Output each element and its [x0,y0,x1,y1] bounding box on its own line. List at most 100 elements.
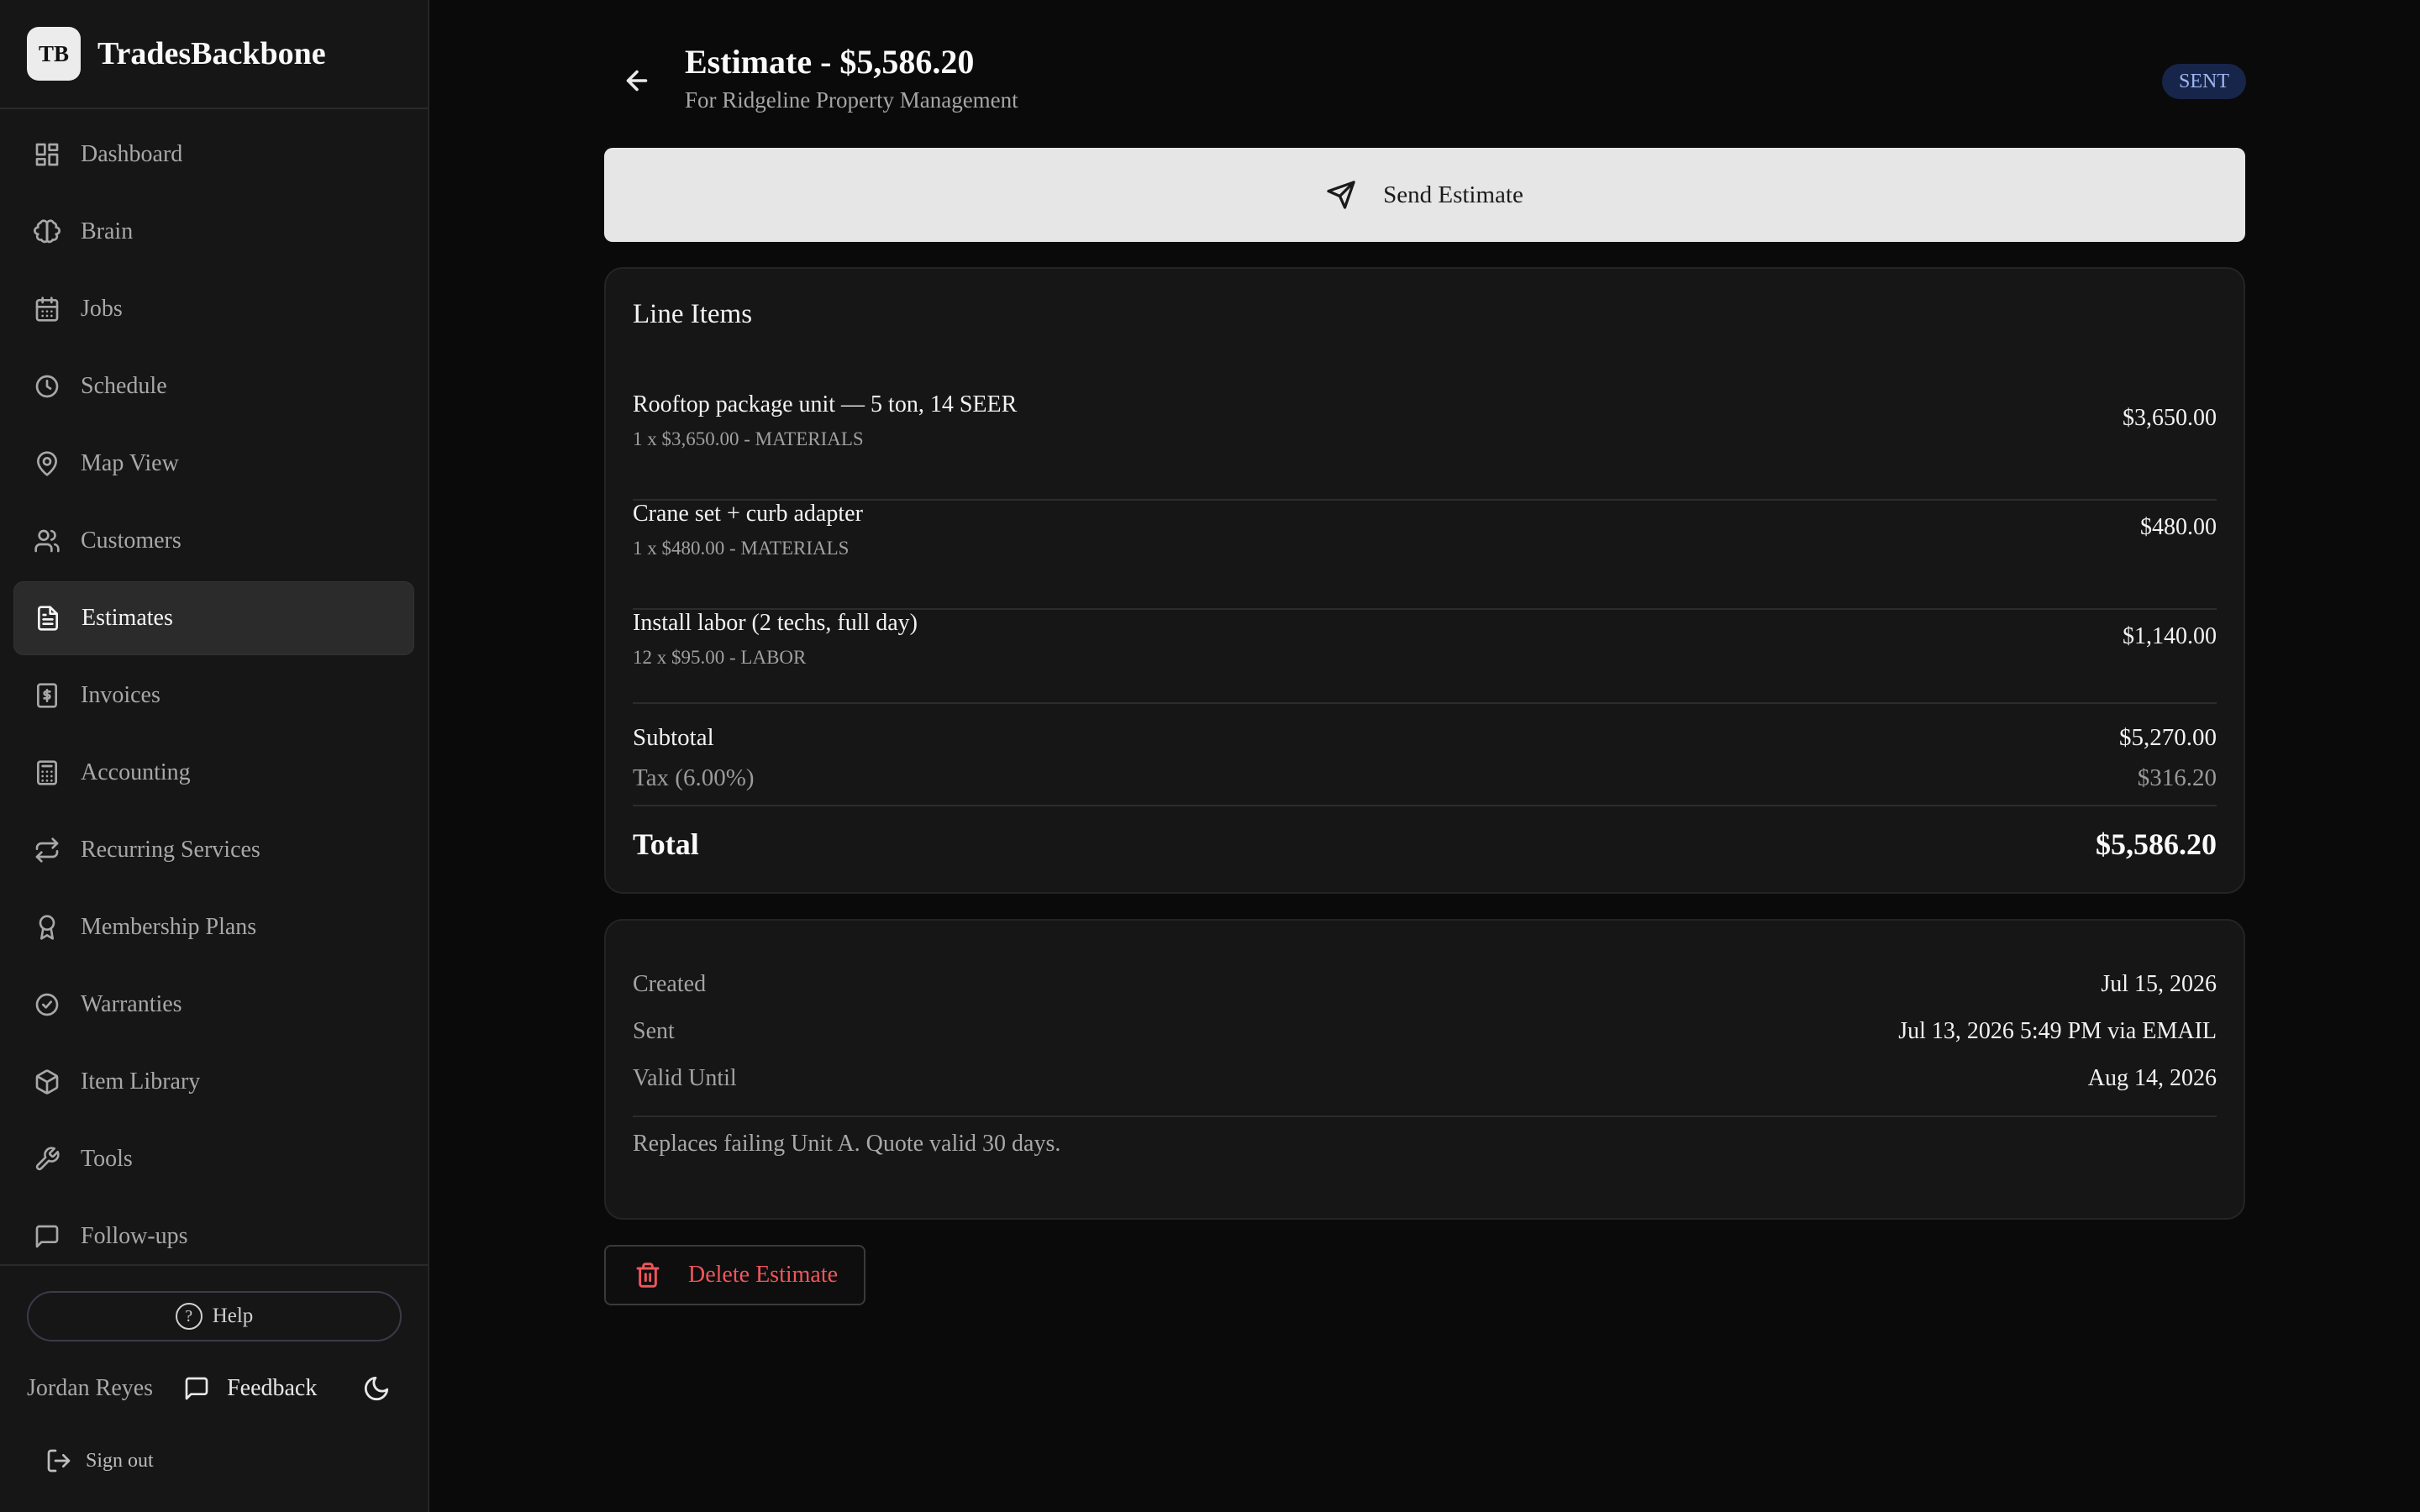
map-pin-icon [34,450,60,477]
back-arrow-icon[interactable] [622,66,652,96]
sidebar-item-recurring-services[interactable]: Recurring Services [13,813,414,887]
sidebar-nav: Dashboard Brain Jobs Schedule Map View C… [0,109,428,1264]
sidebar-item-label: Invoices [81,682,160,708]
subtotal-label: Subtotal [633,724,714,751]
sidebar-item-tools[interactable]: Tools [13,1122,414,1196]
feedback-button[interactable]: Feedback [183,1375,317,1402]
delete-estimate-label: Delete Estimate [688,1262,839,1288]
sidebar-item-invoices[interactable]: Invoices [13,659,414,732]
sidebar-item-estimates[interactable]: Estimates [13,581,414,655]
log-out-icon [47,1449,71,1473]
calendar-icon [34,296,60,323]
sidebar-item-dashboard[interactable]: Dashboard [13,118,414,192]
page-title: Estimate - $5,586.20 [685,43,975,81]
totals-section: Subtotal $5,270.00 Tax (6.00%) $316.20 T… [633,702,2217,880]
document-icon [34,605,61,632]
estimate-details-card: Created Jul 15, 2026 Sent Jul 13, 2026 5… [604,919,2245,1220]
subtotal-value: $5,270.00 [2119,724,2217,751]
line-items-card: Line Items Rooftop package unit — 5 ton,… [604,267,2245,894]
tax-label: Tax (6.00%) [633,764,755,791]
line-item-name: Crane set + curb adapter [633,501,863,527]
line-item: Crane set + curb adapter 1 x $480.00 - M… [633,501,2217,610]
main-content: Estimate - $5,586.20 For Ridgeline Prope… [429,0,2420,1512]
total-row: Total $5,586.20 [633,805,2217,880]
sidebar: TB TradesBackbone Dashboard Brain Jobs S… [0,0,429,1512]
repeat-icon [34,837,60,864]
send-estimate-label: Send Estimate [1383,181,1523,208]
sent-row: Sent Jul 13, 2026 5:49 PM via EMAIL [633,1018,2217,1055]
sidebar-item-label: Follow-ups [81,1223,188,1249]
status-badge: SENT [2162,64,2246,99]
total-value: $5,586.20 [2096,827,2217,861]
calculator-icon [34,759,60,786]
package-icon [34,1068,60,1095]
created-label: Created [633,971,707,997]
sidebar-item-membership-plans[interactable]: Membership Plans [13,890,414,964]
award-icon [34,914,60,941]
sidebar-item-accounting[interactable]: Accounting [13,736,414,810]
help-button[interactable]: ? Help [27,1291,402,1341]
send-estimate-button[interactable]: Send Estimate [604,148,2245,242]
line-items-title: Line Items [633,299,753,329]
sidebar-item-brain[interactable]: Brain [13,195,414,269]
help-icon: ? [175,1303,203,1330]
sidebar-item-label: Schedule [81,373,167,399]
receipt-dollar-icon [34,682,60,709]
valid-until-value: Aug 14, 2026 [2087,1065,2217,1091]
dashboard-icon [34,141,60,168]
sidebar-item-jobs[interactable]: Jobs [13,272,414,346]
badge-check-icon [34,991,60,1018]
app-root: TB TradesBackbone Dashboard Brain Jobs S… [0,0,2420,1512]
user-row: Jordan Reyes Feedback [27,1370,401,1407]
tax-value: $316.20 [2137,764,2217,791]
valid-until-label: Valid Until [633,1065,737,1091]
sidebar-item-item-library[interactable]: Item Library [13,1045,414,1119]
send-icon [1327,181,1355,209]
sidebar-item-label: Warranties [81,991,182,1017]
customer-subtitle: For Ridgeline Property Management [685,87,1018,113]
delete-estimate-button[interactable]: Delete Estimate [604,1245,865,1305]
sidebar-item-follow-ups[interactable]: Follow-ups [13,1200,414,1264]
sent-value: Jul 13, 2026 5:49 PM via EMAIL [1898,1018,2217,1044]
users-icon [34,528,60,554]
sidebar-footer: ? Help Jordan Reyes Feedback Sign out [0,1264,428,1512]
sidebar-item-label: Dashboard [81,141,183,167]
sidebar-item-schedule[interactable]: Schedule [13,349,414,423]
line-item-amount: $1,140.00 [2123,623,2217,649]
wrench-icon [34,1146,60,1173]
sidebar-item-label: Estimates [82,605,173,631]
divider [633,1116,2217,1117]
sidebar-item-label: Recurring Services [81,837,260,863]
sent-label: Sent [633,1018,675,1044]
message-square-icon [34,1223,60,1250]
brand-name: TradesBackbone [97,36,326,71]
trash-icon [636,1263,660,1288]
sidebar-item-label: Customers [81,528,182,554]
sign-out-label: Sign out [86,1449,154,1472]
estimate-notes: Replaces failing Unit A. Quote valid 30 … [633,1131,1061,1157]
message-square-icon [185,1377,208,1400]
sidebar-item-customers[interactable]: Customers [13,504,414,578]
sidebar-item-label: Accounting [81,759,191,785]
brand-logo: TB [27,27,81,81]
sign-out-button[interactable]: Sign out [27,1447,401,1474]
line-item-amount: $480.00 [2140,514,2217,540]
page-header: Estimate - $5,586.20 For Ridgeline Prope… [605,40,2246,124]
line-item-meta: 12 x $95.00 - LABOR [633,647,807,668]
created-value: Jul 15, 2026 [2101,971,2217,997]
line-item-meta: 1 x $3,650.00 - MATERIALS [633,428,864,449]
sidebar-item-label: Map View [81,450,179,476]
sidebar-item-warranties[interactable]: Warranties [13,968,414,1042]
sidebar-item-label: Membership Plans [81,914,257,940]
total-label: Total [633,827,699,861]
user-name: Jordan Reyes [27,1375,154,1401]
created-row: Created Jul 15, 2026 [633,971,2217,1008]
sidebar-item-label: Brain [81,218,134,244]
sidebar-item-map-view[interactable]: Map View [13,427,414,501]
brand[interactable]: TB TradesBackbone [0,0,428,109]
line-item: Rooftop package unit — 5 ton, 14 SEER 1 … [633,391,2217,501]
sidebar-item-label: Tools [81,1146,133,1172]
line-item-name: Rooftop package unit — 5 ton, 14 SEER [633,391,1018,417]
theme-toggle-moon-icon[interactable] [362,1374,391,1403]
tax-row: Tax (6.00%) $316.20 [633,764,2217,805]
